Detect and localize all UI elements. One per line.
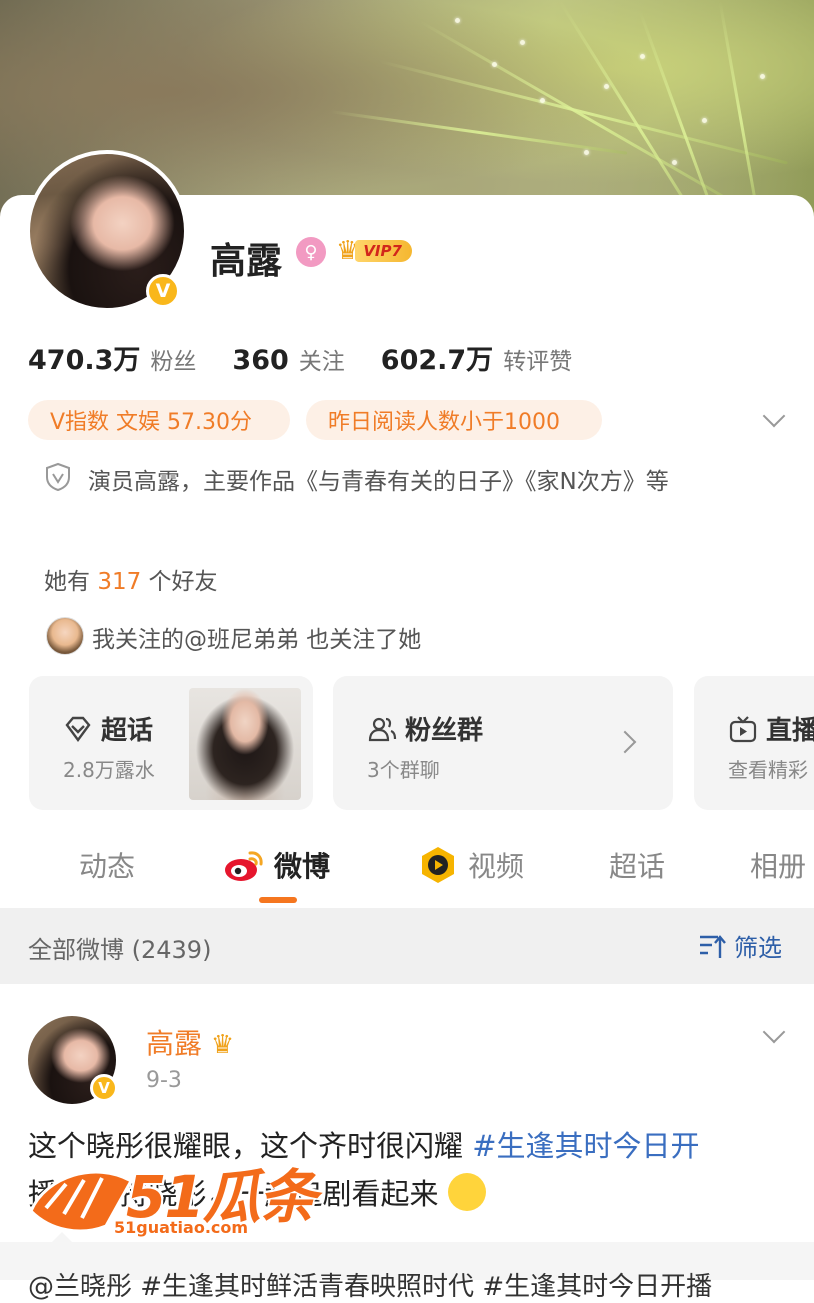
group-icon — [368, 717, 397, 741]
reader-count-pill[interactable]: 昨日阅读人数小于1000 — [306, 400, 602, 440]
blush-emoji-icon — [447, 1173, 486, 1211]
vip-level-label: VIP7 — [355, 240, 412, 262]
friends-count-line[interactable]: 她有 317 个好友 — [44, 562, 218, 596]
watermark-logo: 51瓜条 51guatiao.com — [26, 1150, 326, 1250]
profile-tabs: 动态 微博 视频 超话 相册 — [0, 840, 814, 900]
diamond-icon — [65, 716, 91, 742]
live-tile[interactable]: 直播 查看精彩 — [694, 676, 814, 810]
post-verified-badge-icon: V — [90, 1074, 118, 1102]
mutual-follow-text[interactable]: 我关注的@班尼弟弟 也关注了她 — [92, 620, 421, 654]
profile-stats: 470.3万 粉丝 360 关注 602.7万 转评赞 — [28, 338, 608, 377]
v-index-pill[interactable]: V指数 文娱 57.30分 — [28, 400, 290, 440]
live-title: 直播 — [766, 716, 814, 746]
female-gender-icon: ♀ — [296, 237, 326, 267]
friends-count: 317 — [97, 569, 142, 595]
watermark-url: 51guatiao.com — [114, 1218, 249, 1237]
followers-label[interactable]: 粉丝 — [150, 342, 196, 376]
supertopic-photo[interactable] — [189, 688, 301, 800]
crown-icon: ♛ — [210, 1030, 235, 1060]
tab-weibo[interactable]: 微博 — [222, 840, 330, 890]
live-subtitle: 查看精彩 — [728, 758, 808, 782]
all-weibo-count: 全部微博 (2439) — [28, 936, 212, 964]
tab-supertopic[interactable]: 超话 — [609, 840, 665, 890]
supertopic-title: 超话 — [101, 716, 154, 746]
tab-album[interactable]: 相册 — [750, 840, 806, 890]
interactions-label: 转评赞 — [503, 349, 573, 375]
supertopic-subtitle: 2.8万露水 — [63, 758, 155, 782]
filter-button[interactable]: 筛选 — [698, 928, 782, 963]
post-date: 9-3 — [146, 1068, 182, 1093]
video-play-icon — [422, 847, 454, 883]
fan-group-subtitle: 3个群聊 — [367, 758, 440, 782]
interactions-count: 602.7万 — [380, 345, 494, 376]
tab-video[interactable]: 视频 — [418, 840, 524, 890]
vip-badge[interactable]: ♛ VIP7 — [336, 236, 412, 266]
shield-icon — [46, 462, 70, 492]
tab-activity[interactable]: 动态 — [79, 840, 135, 890]
feed-filter-bar: 全部微博 (2439) 筛选 — [0, 908, 814, 984]
mutual-follower-avatar[interactable] — [46, 617, 84, 655]
fan-group-tile[interactable]: 粉丝群 3个群聊 — [333, 676, 673, 810]
following-label[interactable]: 关注 — [299, 342, 345, 376]
fan-group-title: 粉丝群 — [405, 716, 484, 746]
post-author-name[interactable]: 高露 ♛ — [146, 1022, 234, 1062]
active-tab-indicator — [259, 897, 297, 903]
following-count[interactable]: 360 — [232, 345, 288, 376]
filter-icon — [700, 934, 726, 958]
followers-count[interactable]: 470.3万 — [28, 338, 140, 377]
verified-badge-icon: V — [146, 274, 180, 308]
weibo-icon — [225, 851, 263, 881]
tv-icon — [729, 715, 757, 742]
profile-name: 高露 — [210, 241, 283, 282]
chevron-right-icon — [613, 730, 637, 754]
post-topic-link[interactable]: #生逢其时今日开 — [472, 1129, 699, 1163]
profile-bio: 演员高露，主要作品《与青春有关的日子》《家N次方》等 — [88, 469, 669, 495]
